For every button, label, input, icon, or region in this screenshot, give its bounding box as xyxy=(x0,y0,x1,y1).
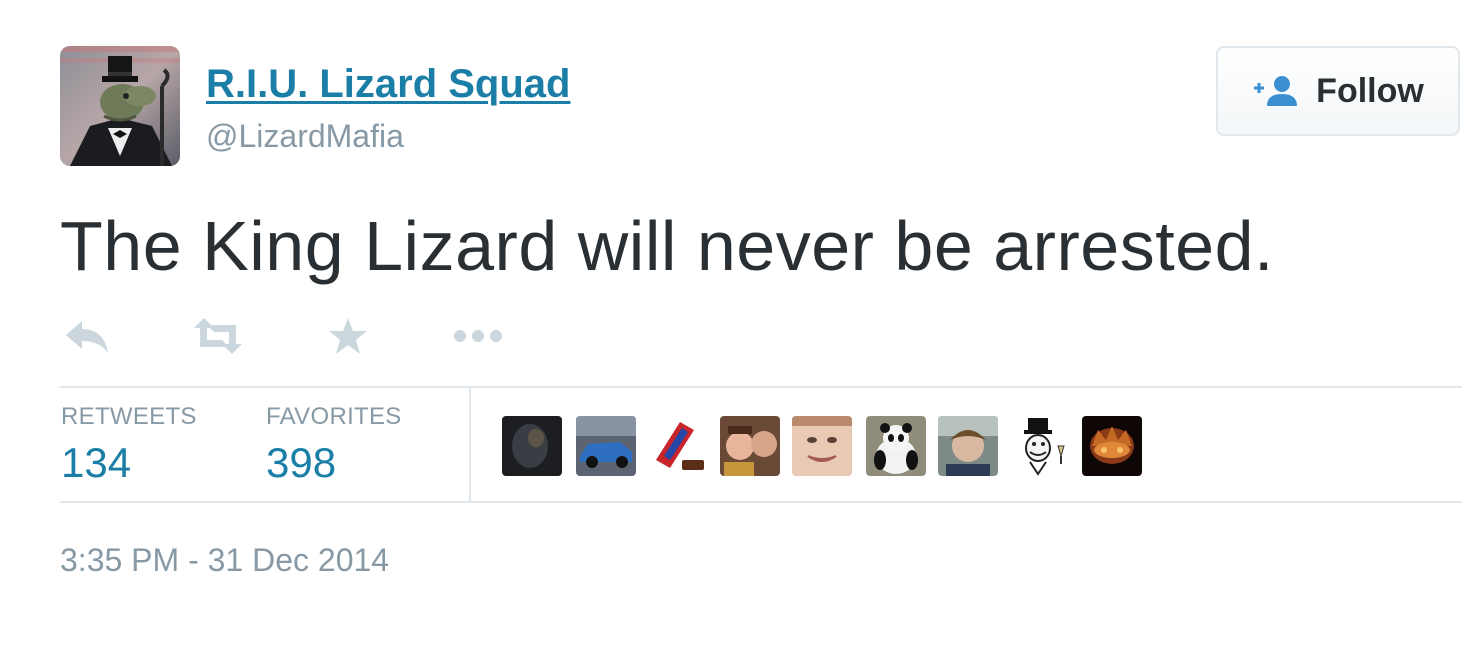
add-user-icon xyxy=(1254,76,1298,106)
crown-avatar xyxy=(1082,416,1142,476)
follow-button-label: Follow xyxy=(1316,71,1424,110)
retweet-icon xyxy=(194,318,242,354)
favoriter-avatar-6[interactable] xyxy=(866,416,926,476)
favorites-count: 398 xyxy=(266,439,337,486)
young-man-avatar xyxy=(938,416,998,476)
tweet-timestamp[interactable]: 3:35 PM - 31 Dec 2014 xyxy=(60,540,389,580)
favoriter-avatar-4[interactable] xyxy=(720,416,780,476)
favoriter-avatar-9[interactable] xyxy=(1082,416,1142,476)
retweet-button[interactable] xyxy=(192,314,244,358)
reply-button[interactable] xyxy=(64,314,110,358)
author-display-name[interactable]: R.I.U. Lizard Squad xyxy=(206,60,570,108)
stats-vertical-divider xyxy=(469,386,471,502)
panda-avatar xyxy=(866,416,926,476)
dark-scene-avatar xyxy=(502,416,562,476)
top-hat-meme-avatar xyxy=(1010,416,1070,476)
more-dots-icon xyxy=(454,330,502,342)
retweets-stat[interactable]: RETWEETS 134 xyxy=(61,402,197,490)
favoriter-avatar-1[interactable] xyxy=(502,416,562,476)
favorites-label: FAVORITES xyxy=(266,403,402,430)
retweets-label: RETWEETS xyxy=(61,403,197,430)
favoriter-avatar-2[interactable] xyxy=(576,416,636,476)
stats-bottom-divider xyxy=(60,501,1462,503)
star-icon xyxy=(329,318,367,354)
follow-button[interactable]: Follow xyxy=(1216,46,1460,136)
favorite-button[interactable] xyxy=(328,314,368,358)
retweets-count: 134 xyxy=(61,439,132,486)
more-button[interactable] xyxy=(452,314,504,358)
candy-bar-avatar xyxy=(650,416,710,476)
reply-icon xyxy=(66,321,108,353)
lizard-in-top-hat-avatar xyxy=(60,46,180,166)
tweet-text: The King Lizard will never be arrested. xyxy=(60,207,1274,285)
favoriter-avatar-5[interactable] xyxy=(792,416,852,476)
favoriter-avatar-3[interactable] xyxy=(650,416,710,476)
smiling-face-avatar xyxy=(792,416,852,476)
favorites-stat[interactable]: FAVORITES 398 xyxy=(266,402,402,490)
stats-top-divider xyxy=(60,386,1462,388)
blue-car-avatar xyxy=(576,416,636,476)
author-avatar[interactable] xyxy=(60,46,180,166)
two-kids-avatar xyxy=(720,416,780,476)
favoriter-avatar-7[interactable] xyxy=(938,416,998,476)
author-screen-name[interactable]: @LizardMafia xyxy=(206,116,404,156)
favoriter-avatar-8[interactable] xyxy=(1010,416,1070,476)
